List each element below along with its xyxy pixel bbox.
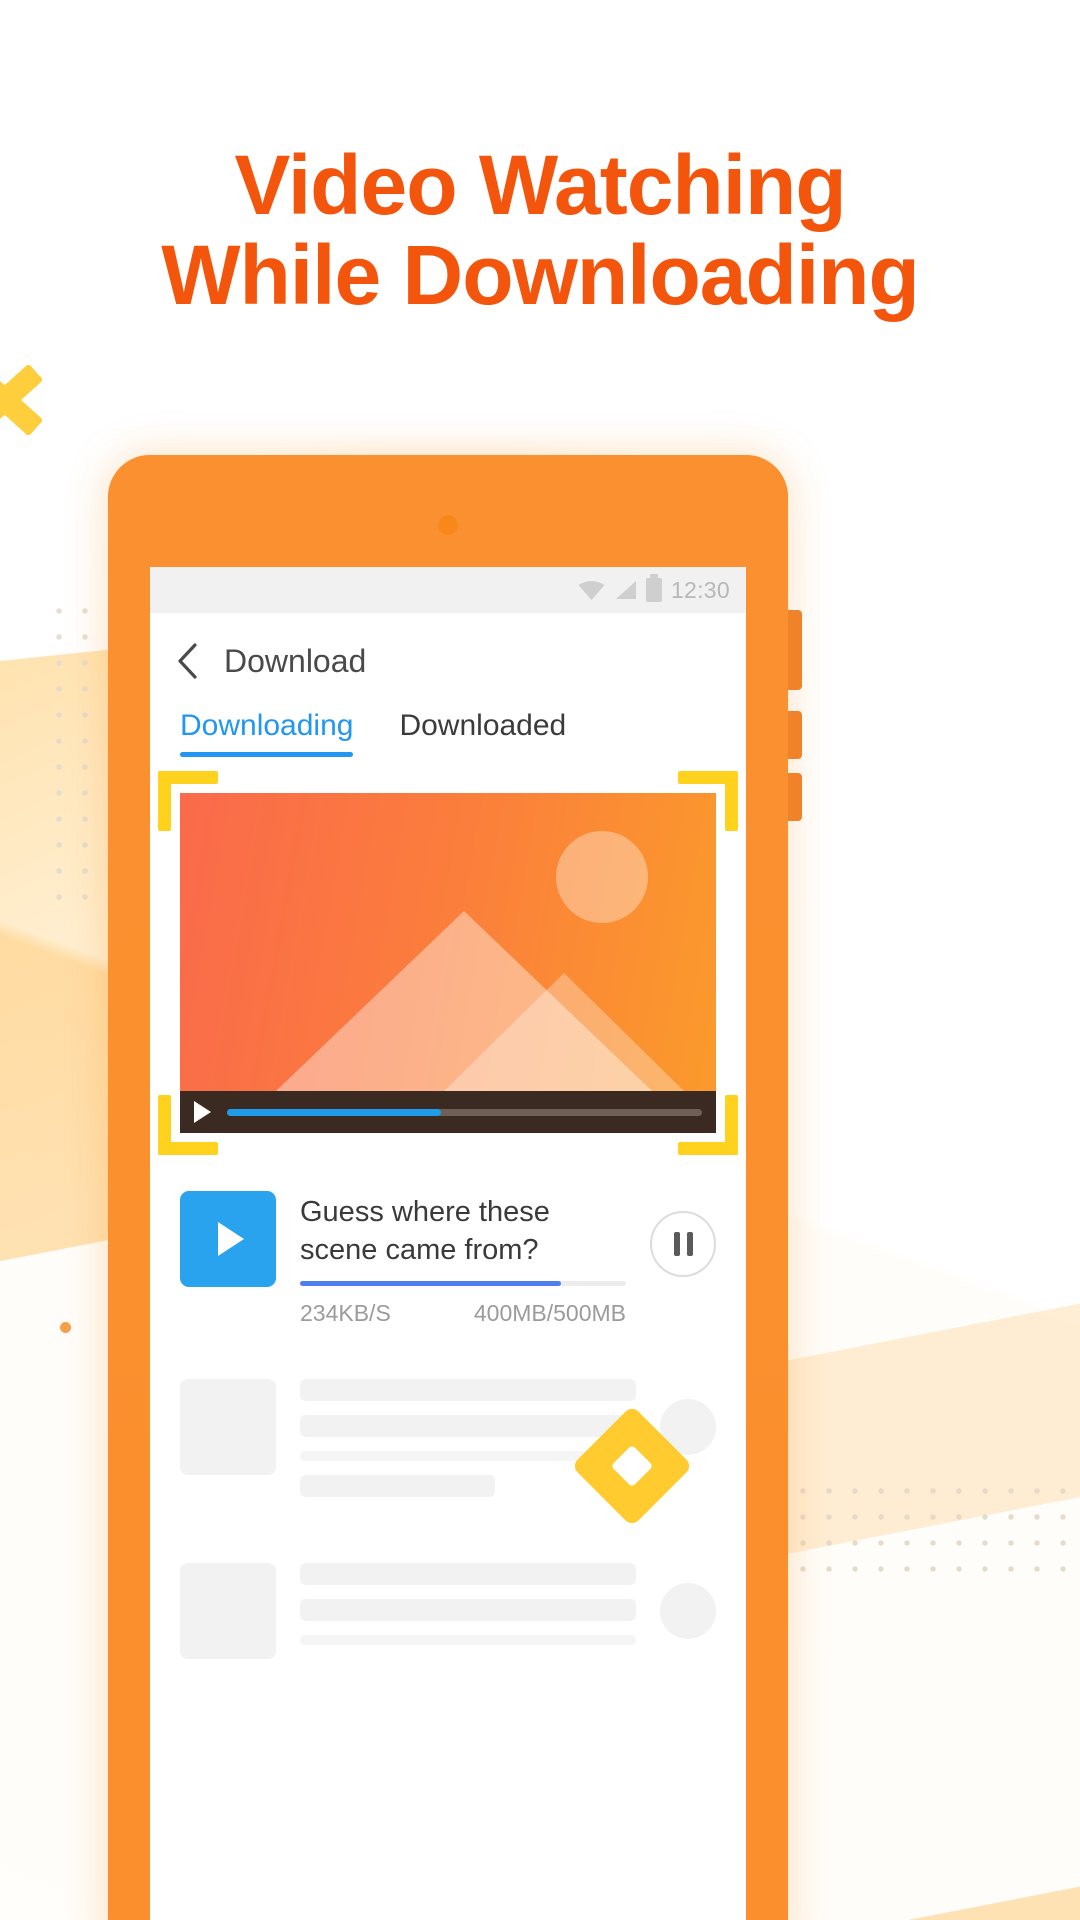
- status-bar: 12:30: [150, 567, 746, 613]
- power-button[interactable]: [788, 773, 802, 821]
- download-item-thumbnail[interactable]: [180, 1191, 276, 1287]
- download-list-item[interactable]: Guess where these scene came from? 234KB…: [180, 1191, 716, 1327]
- download-item-details: Guess where these scene came from? 234KB…: [300, 1191, 626, 1327]
- headline-line-2: While Downloading: [161, 228, 920, 322]
- play-icon: [218, 1222, 244, 1256]
- chevron-right-icon: [0, 345, 66, 455]
- accent-dot: [60, 1322, 71, 1333]
- placeholder-thumbnail: [180, 1563, 276, 1659]
- headline-line-1: Video Watching: [234, 138, 846, 232]
- phone-mockup: 12:30 Download Downloading Downloaded Gu…: [108, 455, 802, 1920]
- app-bar: Download: [150, 613, 746, 709]
- tab-downloaded[interactable]: Downloaded: [399, 709, 566, 757]
- phone-screen: 12:30 Download Downloading Downloaded Gu…: [150, 567, 746, 1920]
- page-title: Video Watching While Downloading: [0, 140, 1080, 320]
- placeholder-thumbnail: [180, 1379, 276, 1475]
- download-item-title: Guess where these scene came from?: [300, 1196, 550, 1266]
- diamond-inner: [610, 1444, 654, 1488]
- focus-bracket-top-left: [158, 771, 218, 831]
- focus-bracket-bottom-right: [678, 1095, 738, 1155]
- download-progress-track: [300, 1281, 626, 1286]
- video-progress-fill: [227, 1108, 441, 1116]
- placeholder-line: [300, 1599, 636, 1621]
- wifi-icon: [578, 581, 605, 600]
- volume-down-button[interactable]: [788, 711, 802, 759]
- volume-up-button[interactable]: [788, 610, 802, 690]
- download-progress-fill: [300, 1281, 561, 1286]
- back-arrow-icon[interactable]: [176, 643, 198, 679]
- signal-icon: [615, 581, 636, 599]
- video-thumbnail[interactable]: [180, 793, 716, 1133]
- placeholder-row-2: [180, 1563, 716, 1659]
- pause-button[interactable]: [650, 1211, 716, 1277]
- tab-bar: Downloading Downloaded: [150, 709, 746, 757]
- placeholder-lines: [300, 1563, 636, 1659]
- placeholder-line: [300, 1475, 495, 1497]
- promo-screenshot: Video Watching While Downloading 12:30 D…: [0, 0, 1080, 1920]
- dot-grid-pattern-right: [790, 1478, 1080, 1588]
- placeholder-line: [300, 1379, 636, 1401]
- download-speed: 234KB/S: [300, 1300, 391, 1326]
- video-progress-track[interactable]: [227, 1108, 702, 1116]
- placeholder-action: [660, 1583, 716, 1639]
- pause-icon-bar-right: [686, 1232, 693, 1256]
- placeholder-line: [300, 1415, 636, 1437]
- tab-downloading[interactable]: Downloading: [180, 709, 354, 757]
- placeholder-line: [300, 1563, 636, 1585]
- download-size: 400MB/500MB: [473, 1300, 626, 1326]
- pause-icon-bar-left: [673, 1232, 680, 1256]
- placeholder-lines: [300, 1379, 636, 1511]
- mountain-shape-small: [444, 973, 684, 1091]
- video-preview[interactable]: [158, 771, 738, 1155]
- app-bar-title: Download: [224, 642, 367, 679]
- battery-icon: [645, 574, 662, 602]
- placeholder-line: [300, 1635, 636, 1645]
- focus-bracket-top-right: [678, 771, 738, 831]
- status-bar-clock: 12:30: [670, 576, 730, 603]
- front-camera: [438, 515, 458, 535]
- video-control-bar: [180, 1091, 716, 1133]
- download-item-meta: 234KB/S 400MB/500MB: [300, 1300, 626, 1327]
- sun-shape: [556, 831, 648, 923]
- focus-bracket-bottom-left: [158, 1095, 218, 1155]
